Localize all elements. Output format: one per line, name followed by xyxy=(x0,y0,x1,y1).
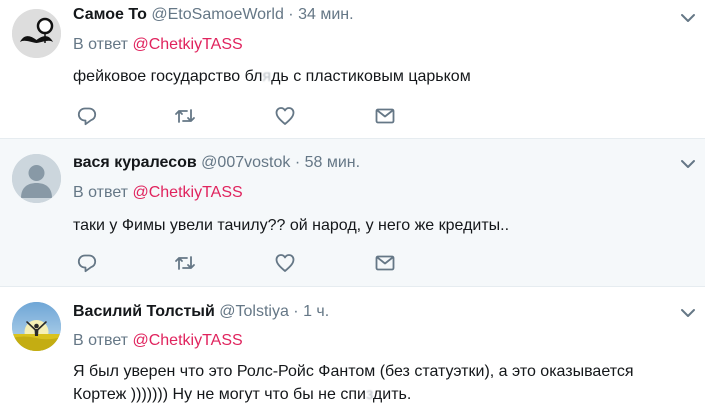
user-handle[interactable]: @EtoSamoeWorld xyxy=(151,6,283,23)
user-fullname[interactable]: вася куралесов xyxy=(73,154,197,171)
tweet-header: Самое То @EtoSamoeWorld · 34 мин. xyxy=(73,6,354,24)
reply-to-link[interactable]: @ChetkiyTASS xyxy=(132,184,242,201)
tweet-text-part: фейковое государство бл xyxy=(73,68,263,85)
separator-dot: · xyxy=(293,303,299,320)
tweet[interactable]: вася куралесов @007vostok · 58 мин. В от… xyxy=(0,139,705,287)
default-egg-avatar-image xyxy=(12,154,61,203)
tweet-text-line: Кортеж ))))))) Ну не могут что бы не спи… xyxy=(73,383,685,406)
envelope-icon[interactable] xyxy=(374,105,396,127)
reply-prefix: В ответ xyxy=(73,36,129,53)
user-handle[interactable]: @Tolstiya xyxy=(219,303,289,320)
reply-icon[interactable] xyxy=(76,252,98,274)
reply-prefix: В ответ xyxy=(73,332,129,349)
censored-letter: з xyxy=(365,386,373,403)
tweet-text: Я был уверен что это Ролс-Ройс Фантом (б… xyxy=(73,360,685,406)
reply-to-link[interactable]: @ChetkiyTASS xyxy=(132,332,242,349)
tweet[interactable]: Василий Толстый @Tolstiya · 1 ч. В ответ… xyxy=(0,287,705,415)
separator-dot: · xyxy=(288,6,294,23)
tweet[interactable]: Самое То @EtoSamoeWorld · 34 мин. В отве… xyxy=(0,0,705,139)
tweet-text-part: дь с пластиковым царьком xyxy=(271,68,471,85)
user-handle[interactable]: @007vostok xyxy=(201,154,290,171)
tweet-header: вася куралесов @007vostok · 58 мин. xyxy=(73,154,360,172)
heart-icon[interactable] xyxy=(274,105,296,127)
tweet-text: таки у Фимы увели тачилу?? ой народ, у н… xyxy=(73,217,510,234)
timestamp[interactable]: 34 мин. xyxy=(298,6,353,23)
reply-context: В ответ @ChetkiyTASS xyxy=(73,184,243,202)
chevron-down-icon[interactable] xyxy=(679,307,697,319)
tweet-text-part: дить. xyxy=(372,386,412,403)
timestamp[interactable]: 58 мин. xyxy=(305,154,360,171)
avatar[interactable] xyxy=(12,154,61,203)
retweet-icon[interactable] xyxy=(174,105,196,127)
tweet-header: Василий Толстый @Tolstiya · 1 ч. xyxy=(73,303,329,321)
timestamp[interactable]: 1 ч. xyxy=(303,303,329,320)
envelope-icon[interactable] xyxy=(374,252,396,274)
reply-to-link[interactable]: @ChetkiyTASS xyxy=(132,36,242,53)
reply-context: В ответ @ChetkiyTASS xyxy=(73,36,243,54)
retweet-icon[interactable] xyxy=(174,252,196,274)
field-silhouette-avatar-image xyxy=(12,302,61,351)
censored-letter: я xyxy=(262,68,272,85)
tweet-text: фейковое государство блядь с пластиковым… xyxy=(73,65,685,88)
reply-icon[interactable] xyxy=(76,105,98,127)
chevron-down-icon[interactable] xyxy=(679,158,697,170)
tweet-text-line: Я был уверен что это Ролс-Ройс Фантом (б… xyxy=(73,363,634,380)
user-fullname[interactable]: Самое То xyxy=(73,6,147,23)
reply-context: В ответ @ChetkiyTASS xyxy=(73,332,243,350)
user-fullname[interactable]: Василий Толстый xyxy=(73,303,215,320)
tweet-text-part: Кортеж ))))))) Ну не могут что бы не спи xyxy=(73,386,366,403)
avatar[interactable] xyxy=(12,302,61,351)
monocle-mustache-avatar-image xyxy=(12,9,61,58)
chevron-down-icon[interactable] xyxy=(679,12,697,24)
heart-icon[interactable] xyxy=(274,252,296,274)
separator-dot: · xyxy=(294,154,301,171)
reply-prefix: В ответ xyxy=(73,184,129,201)
avatar[interactable] xyxy=(12,9,61,58)
